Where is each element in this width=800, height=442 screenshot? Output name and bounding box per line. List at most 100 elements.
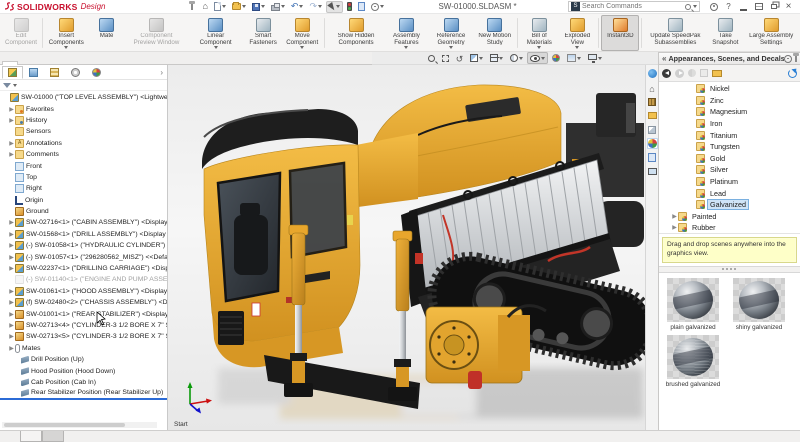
search-icon[interactable] — [685, 4, 691, 10]
expand-arrow-icon[interactable]: ▶ — [8, 242, 15, 249]
window-control-button[interactable] — [751, 1, 766, 13]
expand-arrow-icon[interactable]: ▶ — [8, 299, 15, 306]
expand-arrow-icon[interactable]: ▶ — [8, 219, 15, 226]
ribbon-button[interactable]: Instant3D — [601, 15, 639, 51]
ribbon-button[interactable]: Large Assembly Settings — [744, 15, 798, 51]
feature-tree-item[interactable]: ▶ SW-02713<4> ("CYLINDER-3 1/2 BORE X 7"… — [0, 320, 167, 331]
view-toolbar-button[interactable] — [453, 52, 467, 64]
feature-tree-item[interactable]: ▶ Annotations — [0, 138, 167, 149]
feature-tree-item[interactable]: ▶ Rear Stabilizer Position (Rear Stabili… — [0, 388, 167, 399]
search-dropdown-caret-icon[interactable] — [693, 5, 697, 8]
ribbon-button[interactable]: Smart Fasteners — [244, 15, 282, 51]
quick-access-button[interactable] — [200, 1, 209, 13]
toolbar-icon[interactable] — [788, 69, 797, 78]
drill-rig-3d-model[interactable] — [168, 65, 645, 430]
appearance-category-row[interactable]: ▶ Platinum — [659, 176, 800, 188]
view-toolbar-button[interactable] — [425, 52, 438, 64]
ribbon-button[interactable]: Take Snapshot — [706, 15, 744, 51]
expand-arrow-icon[interactable]: ▶ — [8, 117, 15, 124]
feature-tree-item[interactable]: ▶ Front — [0, 160, 167, 171]
feature-tree-item[interactable]: ▶ Ground — [0, 206, 167, 217]
window-control-button[interactable] — [706, 1, 721, 13]
ribbon-button[interactable] — [598, 18, 599, 48]
feature-tree-item[interactable]: ▶ Cab Position (Cab In) — [0, 377, 167, 388]
command-tab[interactable] — [66, 61, 82, 64]
feature-tree-item[interactable]: ▶ Sensors — [0, 126, 167, 137]
appearance-category-row[interactable]: ▶ Silver — [659, 164, 800, 176]
graphics-viewport[interactable]: Start — [168, 65, 645, 430]
ribbon-button[interactable]: Move Component — [282, 15, 322, 51]
quick-access-button[interactable] — [269, 1, 287, 13]
cabin[interactable] — [202, 109, 360, 367]
expand-arrow-icon[interactable]: ▶ — [8, 106, 15, 113]
view-toolbar-button[interactable] — [467, 52, 486, 64]
feature-tree-item[interactable]: ▶ SW-01568<1> ("DRILL ASSEMBLY") <Displa… — [0, 229, 167, 240]
expand-arrow-icon[interactable]: ▶ — [671, 224, 678, 231]
feature-tree-item[interactable]: ▶ (f) SW-02480<2> ("CHASSIS ASSEMBLY") <… — [0, 297, 167, 308]
quick-access-button[interactable] — [307, 1, 324, 13]
toolbar-icon[interactable] — [712, 70, 722, 77]
ribbon-button[interactable]: Insert Components — [45, 15, 88, 51]
quick-access-button[interactable] — [250, 1, 267, 13]
task-pane-pin-icon[interactable] — [795, 56, 797, 62]
feature-tree-item[interactable]: ▶ History — [0, 115, 167, 126]
search-box[interactable] — [568, 1, 700, 12]
appearance-thumbnail[interactable]: plain galvanized — [665, 278, 721, 331]
tree-horizontal-scrollbar[interactable] — [2, 422, 157, 428]
appearance-category-row[interactable]: ▶ Galvanized — [659, 199, 800, 211]
feature-tree-item[interactable]: ▶ (-) SW-01058<1> ("HYDRAULIC CYLINDER")… — [0, 240, 167, 251]
ribbon-button[interactable]: Bill of Materials — [520, 15, 558, 51]
appearance-thumbnail[interactable]: shiny galvanized — [731, 278, 787, 331]
task-pane-tab[interactable] — [647, 138, 658, 149]
task-pane-tab[interactable] — [647, 124, 658, 135]
quick-access-button[interactable] — [289, 1, 306, 13]
window-control-button[interactable] — [721, 1, 736, 13]
appearance-category-row[interactable]: ▶ Nickel — [659, 83, 800, 95]
tree-panel-tab[interactable] — [86, 66, 107, 79]
view-toolbar-button[interactable] — [507, 52, 526, 64]
quick-access-button[interactable] — [356, 1, 367, 13]
panel-splitter[interactable] — [659, 266, 800, 273]
view-toolbar-button[interactable] — [439, 52, 452, 64]
ribbon-button[interactable]: Exploded View — [558, 15, 596, 51]
expand-arrow-icon[interactable]: ▶ — [8, 311, 15, 318]
expand-arrow-icon[interactable]: ▶ — [671, 213, 678, 220]
feature-tree-item[interactable]: ▶ Right — [0, 183, 167, 194]
view-toolbar-button[interactable] — [527, 52, 548, 64]
appearance-thumbnail[interactable]: brushed galvanized — [665, 335, 721, 388]
command-tab[interactable] — [82, 61, 98, 64]
task-pane-tab[interactable] — [647, 82, 658, 93]
expand-arrow-icon[interactable]: ▶ — [8, 254, 15, 261]
tree-panel-tab[interactable] — [23, 66, 44, 79]
feature-tree-item[interactable]: ▶ Favorites — [0, 103, 167, 114]
window-control-button[interactable] — [736, 1, 751, 13]
scrollbar-thumb[interactable] — [4, 423, 125, 427]
ribbon-button[interactable]: New Motion Study — [474, 15, 515, 51]
ribbon-button[interactable]: Assembly Features — [385, 15, 428, 51]
ribbon-button[interactable] — [641, 18, 642, 48]
window-control-button[interactable] — [781, 1, 796, 13]
feature-tree-item[interactable]: ▶ Drill Position (Up) — [0, 354, 167, 365]
ribbon-button[interactable] — [517, 18, 518, 48]
expand-arrow-icon[interactable]: ▶ — [8, 231, 15, 238]
expand-arrow-icon[interactable]: ▶ — [8, 265, 15, 272]
feature-tree-item[interactable]: ▶ SW-01001<1> ("REAR STABILIZER") <Displ… — [0, 308, 167, 319]
feature-tree-item[interactable]: ▶ SW-02713<5> ("CYLINDER-3 1/2 BORE X 7"… — [0, 331, 167, 342]
expand-arrow-icon[interactable]: ▶ — [8, 322, 15, 329]
toolbar-icon[interactable] — [662, 69, 671, 78]
task-pane-tab[interactable] — [647, 110, 658, 121]
chevrons-left-icon[interactable]: « — [662, 54, 666, 63]
appearance-category-row[interactable]: ▶ Iron — [659, 118, 800, 130]
feature-tree-item[interactable]: ▶ SW-01000 ("TOP LEVEL ASSEMBLY") <Light… — [0, 92, 167, 103]
command-tab[interactable] — [50, 61, 66, 64]
appearance-category-row[interactable]: ▶ Gold — [659, 153, 800, 165]
ribbon-button[interactable] — [42, 18, 43, 48]
ribbon-button[interactable]: Update SpeedPak Subassemblies — [644, 15, 706, 51]
task-pane-tab[interactable] — [647, 166, 658, 177]
quick-access-button[interactable] — [326, 1, 343, 13]
feature-tree-item[interactable]: ▶ Mates — [0, 343, 167, 354]
tree-panel-tab[interactable] — [44, 66, 65, 79]
view-toolbar-button[interactable] — [585, 52, 605, 64]
bottom-tab[interactable] — [42, 431, 64, 442]
feature-tree-item[interactable]: ▶ (-) SW-01057<1> ("296280562_MISZ") <<D… — [0, 251, 167, 262]
